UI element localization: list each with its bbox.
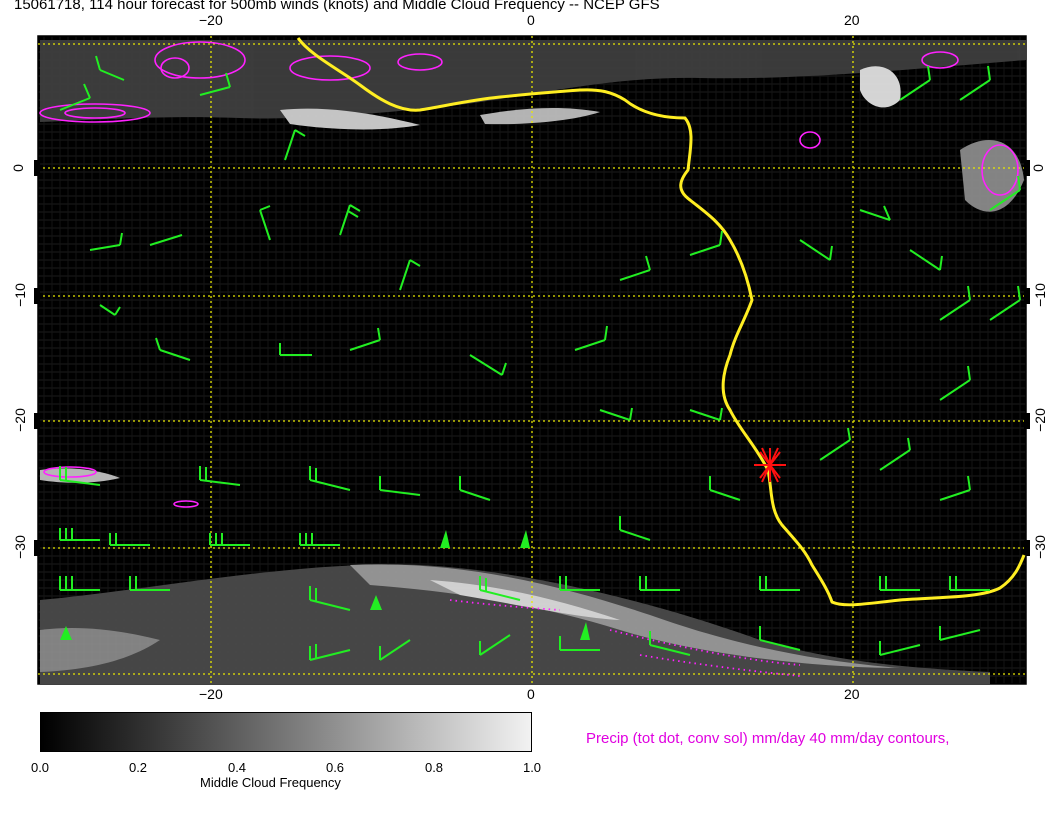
x-tick-bottom-1: −20 xyxy=(199,686,223,702)
y-tick-left-1: 0 xyxy=(9,164,26,172)
colorbar xyxy=(40,712,532,752)
colorbar-tick-1: 0.2 xyxy=(128,760,148,775)
colorbar-tick-0: 0.0 xyxy=(30,760,50,775)
precip-legend: Precip (tot dot, conv sol) mm/day 40 mm/… xyxy=(586,730,950,747)
colorbar-tick-3: 0.6 xyxy=(325,760,345,775)
x-tick-top-2: 0 xyxy=(527,12,535,28)
colorbar-tick-5: 1.0 xyxy=(522,760,542,775)
x-tick-top-3: 20 xyxy=(844,12,860,28)
y-tick-right-1: 0 xyxy=(1029,164,1046,172)
y-tick-left-3: −20 xyxy=(11,408,28,432)
colorbar-tick-2: 0.4 xyxy=(227,760,247,775)
y-tick-right-4: −30 xyxy=(1031,535,1048,559)
x-tick-top-1: −20 xyxy=(199,12,223,28)
colorbar-tick-4: 0.8 xyxy=(424,760,444,775)
y-tick-left-2: −10 xyxy=(11,283,28,307)
map-panel xyxy=(34,35,1030,685)
y-tick-right-3: −20 xyxy=(1031,408,1048,432)
x-tick-bottom-3: 20 xyxy=(844,686,860,702)
y-tick-right-2: −10 xyxy=(1031,283,1048,307)
y-tick-left-4: −30 xyxy=(11,535,28,559)
x-tick-bottom-2: 0 xyxy=(527,686,535,702)
colorbar-label: Middle Cloud Frequency xyxy=(200,775,341,790)
